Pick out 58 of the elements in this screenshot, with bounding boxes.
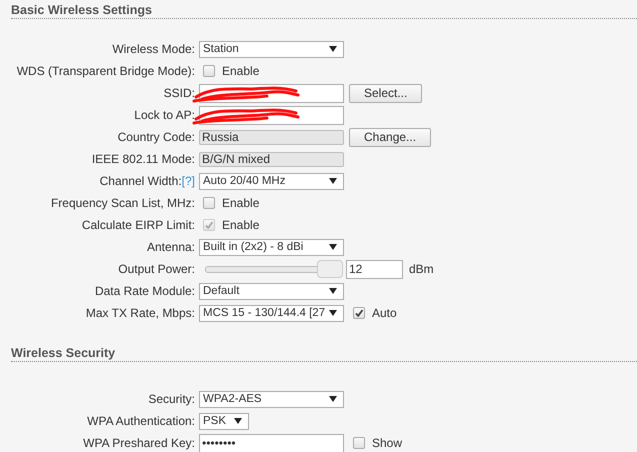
field-label: Security: — [148, 392, 195, 406]
caret-icon — [329, 288, 337, 294]
dropdown-value: WPA2-AES — [203, 393, 262, 405]
checkbox[interactable] — [353, 307, 365, 319]
caret-icon — [234, 418, 242, 424]
dropdown[interactable]: Default — [199, 282, 344, 300]
section-title: Wireless Security — [11, 346, 116, 360]
checkbox[interactable] — [203, 197, 215, 209]
check-icon — [354, 308, 364, 318]
field-label: Output Power: — [118, 262, 195, 276]
checkbox-label: Enable — [222, 218, 260, 232]
checkbox-label: Enable — [222, 196, 260, 210]
dropdown[interactable]: PSK — [199, 412, 249, 430]
checkbox-label: Show — [372, 436, 402, 450]
caret-icon — [329, 396, 337, 402]
button[interactable]: Select... — [349, 84, 422, 102]
checkbox-label: Enable — [222, 64, 260, 78]
dropdown-value: PSK — [203, 415, 226, 427]
field-label: Data Rate Module: — [94, 284, 195, 298]
dropdown[interactable]: Station — [199, 40, 344, 58]
dropdown[interactable]: Built in (2x2) - 8 dBi — [199, 238, 344, 256]
field-label: Country Code: — [118, 130, 195, 144]
checkbox-label: Auto — [372, 306, 397, 320]
field-label: Channel Width: — [100, 174, 182, 188]
field-label: IEEE 802.11 Mode: — [92, 152, 195, 166]
field-label: Wireless Mode: — [112, 42, 195, 56]
field-label: SSID: — [164, 86, 195, 100]
caret-icon — [329, 244, 337, 250]
field-label: WPA Preshared Key: — [83, 436, 195, 450]
unit-label: dBm — [409, 262, 434, 276]
checkbox[interactable] — [353, 437, 365, 449]
dropdown-value: Built in (2x2) - 8 dBi — [203, 241, 304, 253]
dropdown-value: Default — [203, 285, 240, 297]
dropdown[interactable]: WPA2-AES — [199, 390, 344, 408]
readonly-field: Russia — [199, 130, 344, 144]
dropdown[interactable]: MCS 15 - 130/144.4 [27 — [199, 304, 344, 322]
dropdown-value: Auto 20/40 MHz — [203, 175, 286, 187]
input-field[interactable]: •••••••• — [199, 434, 344, 452]
caret-icon — [329, 46, 337, 52]
readonly-field: B/G/N mixed — [199, 152, 344, 166]
field-label: Antenna: — [146, 240, 195, 254]
field-label: WDS (Transparent Bridge Mode): — [16, 64, 195, 78]
section-title: Basic Wireless Settings — [11, 3, 152, 17]
checkbox[interactable] — [203, 65, 215, 77]
field-label: WPA Authentication: — [87, 414, 195, 428]
caret-icon — [329, 178, 337, 184]
dropdown-value: MCS 15 - 130/144.4 [27 — [203, 307, 326, 319]
dropdown[interactable]: Auto 20/40 MHz — [199, 172, 344, 190]
dropdown-value: Station — [203, 43, 239, 55]
caret-icon — [329, 310, 337, 316]
button[interactable]: Change... — [349, 128, 432, 146]
slider-handle[interactable] — [317, 260, 343, 278]
field-label: Lock to AP: — [134, 108, 195, 122]
field-label: Calculate EIRP Limit: — [82, 218, 195, 232]
slider-track[interactable] — [205, 260, 343, 278]
field-label: Frequency Scan List, MHz: — [50, 196, 195, 210]
field-label: Max TX Rate, Mbps: — [86, 306, 195, 320]
input-field[interactable]: 12 — [346, 260, 403, 278]
